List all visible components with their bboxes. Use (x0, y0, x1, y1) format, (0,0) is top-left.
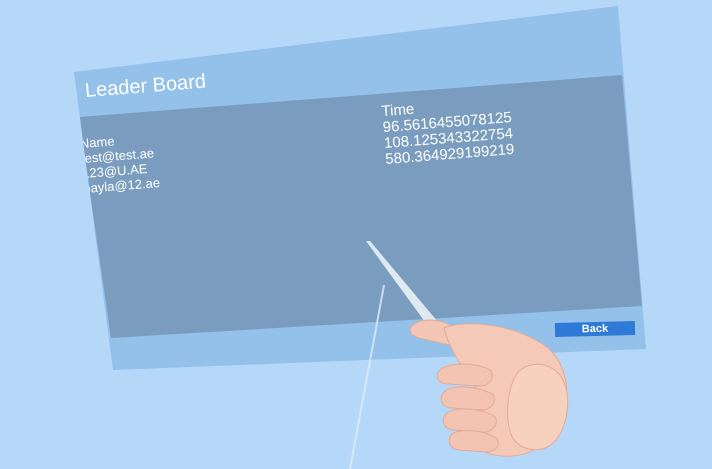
hand-finger (440, 386, 495, 411)
hand-finger (442, 408, 497, 433)
vr-scene: Leader Board Name test@test.ae 123@U.AE … (0, 0, 712, 469)
hand-finger (436, 363, 493, 387)
back-button[interactable]: Back (554, 320, 636, 338)
time-column: Time 96.5616455078125 108.125343322754 5… (381, 94, 515, 168)
leaderboard-title: Leader Board (84, 70, 207, 103)
leaderboard-panel: Leader Board Name test@test.ae 123@U.AE … (74, 6, 646, 370)
hand-finger (448, 430, 499, 453)
name-column: Name test@test.ae 123@U.AE nayla@12.ae (79, 130, 160, 196)
hand-thumb (507, 363, 569, 451)
